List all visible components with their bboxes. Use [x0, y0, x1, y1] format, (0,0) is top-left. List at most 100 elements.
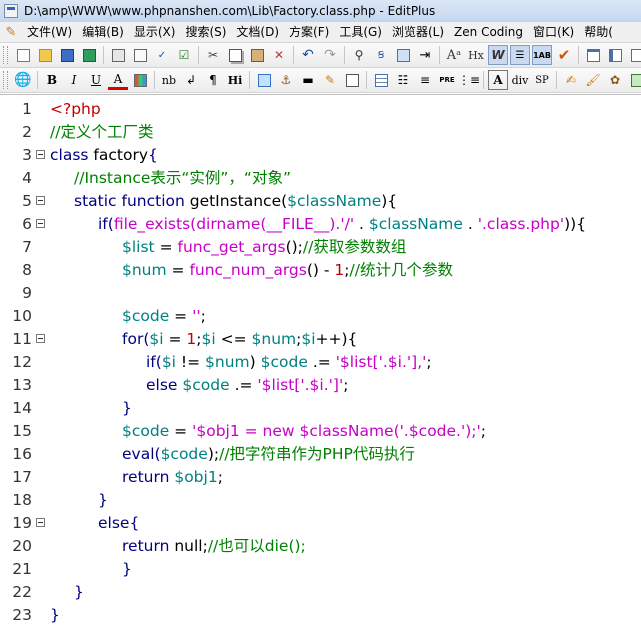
- code-line[interactable]: 21}: [0, 558, 641, 581]
- menu-help[interactable]: 帮助(: [579, 23, 618, 41]
- menu-document[interactable]: 文档(D): [231, 23, 284, 41]
- spell-check-icon[interactable]: ✓: [152, 45, 172, 65]
- heading-icon[interactable]: Hx: [466, 45, 486, 65]
- ordered-list-icon[interactable]: ⋮≡: [458, 70, 480, 90]
- edit-html-icon[interactable]: ✍: [561, 70, 581, 90]
- menu-edit[interactable]: 编辑(B): [77, 23, 129, 41]
- save-all-icon[interactable]: [79, 45, 99, 65]
- code-line[interactable]: 7 $list = func_get_args();//获取参数数组: [0, 236, 641, 259]
- code-line[interactable]: 1 <?php: [0, 98, 641, 121]
- line-number-icon[interactable]: ☰: [510, 45, 530, 65]
- code-line[interactable]: 15 $code = '$obj1 = new $className('.$cod…: [0, 420, 641, 443]
- open-folder-icon[interactable]: [35, 45, 55, 65]
- span-button[interactable]: SP: [532, 70, 552, 90]
- table-wizard-icon[interactable]: [342, 70, 362, 90]
- ruler-icon[interactable]: 1AB: [532, 45, 552, 65]
- undo-icon[interactable]: ↶: [298, 45, 318, 65]
- code-line[interactable]: 9: [0, 282, 641, 305]
- code-line[interactable]: 18}: [0, 489, 641, 512]
- code-token: __FILE__: [266, 215, 330, 233]
- copy-icon[interactable]: [225, 45, 245, 65]
- check-icon[interactable]: ✔: [554, 45, 574, 65]
- cut-icon[interactable]: ✂: [203, 45, 223, 65]
- nbsp-button[interactable]: nb: [159, 70, 179, 90]
- code-line[interactable]: 6 if(file_exists(dirname(__FILE__).'/' . …: [0, 213, 641, 236]
- bold-button[interactable]: B: [42, 70, 62, 90]
- horizontal-rule-icon[interactable]: ▬: [298, 70, 318, 90]
- browser-globe-icon[interactable]: 🌐: [13, 70, 33, 90]
- table-icon[interactable]: [371, 70, 391, 90]
- code-line[interactable]: 12 if($i != $num) $code .= '$list['.$i.']…: [0, 351, 641, 374]
- word-wrap-icon[interactable]: W: [488, 45, 508, 65]
- menu-project[interactable]: 方案(F): [284, 23, 334, 41]
- code-line[interactable]: 2 //定义个工厂类: [0, 121, 641, 144]
- font-size-icon[interactable]: Aᵃ: [444, 45, 464, 65]
- code-line[interactable]: 17 return $obj1;: [0, 466, 641, 489]
- paste-icon[interactable]: [247, 45, 267, 65]
- font-dialog-icon[interactable]: A: [488, 70, 508, 90]
- clip-text-icon[interactable]: [627, 45, 641, 65]
- brush-icon[interactable]: 🖌: [583, 70, 603, 90]
- find-in-files-icon[interactable]: [393, 45, 413, 65]
- code-line[interactable]: 11 for($i = 1;$i <= $num;$i++){: [0, 328, 641, 351]
- color-grid-icon[interactable]: [130, 70, 150, 90]
- window-list-icon[interactable]: [583, 45, 603, 65]
- checkmark-icon[interactable]: ☑: [174, 45, 194, 65]
- toolbar-grip[interactable]: [3, 46, 8, 64]
- fold-toggle-icon[interactable]: [36, 334, 45, 343]
- code-editor[interactable]: 1 <?php 2//定义个工厂类 3 class factory{4//Instanc…: [0, 94, 641, 630]
- palette-icon[interactable]: ✿: [605, 70, 625, 90]
- find-icon[interactable]: ⚲: [349, 45, 369, 65]
- code-line[interactable]: 3 class factory{: [0, 144, 641, 167]
- print-preview-icon[interactable]: [130, 45, 150, 65]
- menu-view[interactable]: 显示(X): [129, 23, 181, 41]
- code-line[interactable]: 13 else $code .= '$list['.$i.']';: [0, 374, 641, 397]
- fold-toggle-icon[interactable]: [36, 219, 45, 228]
- save-icon[interactable]: [57, 45, 77, 65]
- fold-toggle-icon[interactable]: [36, 150, 45, 159]
- image-icon[interactable]: [254, 70, 274, 90]
- editplus-app-icon: [4, 4, 18, 18]
- menu-window[interactable]: 窗口(K): [528, 23, 579, 41]
- code-line[interactable]: 23}: [0, 604, 641, 627]
- heading-button[interactable]: Hi: [225, 70, 245, 90]
- line-number: 12: [12, 353, 32, 371]
- directory-icon[interactable]: [605, 45, 625, 65]
- toolbar-grip[interactable]: [3, 71, 8, 89]
- line-number: 2: [22, 123, 32, 141]
- menu-zen-coding[interactable]: Zen Coding: [449, 23, 528, 41]
- code-line[interactable]: 19 else{: [0, 512, 641, 535]
- redo-icon[interactable]: ↷: [320, 45, 340, 65]
- code-line[interactable]: 22}: [0, 581, 641, 604]
- delete-icon[interactable]: ✕: [269, 45, 289, 65]
- menu-tools[interactable]: 工具(G): [334, 23, 387, 41]
- code-line[interactable]: 16 eval($code);//把字符串作为PHP代码执行: [0, 443, 641, 466]
- code-line[interactable]: 5 static function getInstance($className)…: [0, 190, 641, 213]
- align-center-icon[interactable]: ≡: [415, 70, 435, 90]
- preformatted-button[interactable]: PRE: [437, 70, 457, 90]
- goto-line-icon[interactable]: ⇥: [415, 45, 435, 65]
- fold-toggle-icon[interactable]: [36, 518, 45, 527]
- code-line[interactable]: 4 //Instance表示“实例”，“对象”: [0, 167, 641, 190]
- code-line[interactable]: 20 return null;//也可以die();: [0, 535, 641, 558]
- paragraph-button[interactable]: ¶: [203, 70, 223, 90]
- code-line[interactable]: 10 $code = '';: [0, 305, 641, 328]
- fold-toggle-icon[interactable]: [36, 196, 45, 205]
- print-icon[interactable]: [108, 45, 128, 65]
- underline-button[interactable]: U: [86, 70, 106, 90]
- italic-button[interactable]: I: [64, 70, 84, 90]
- replace-icon[interactable]: Ꞩ: [371, 45, 391, 65]
- anchor-icon[interactable]: ⚓: [276, 70, 296, 90]
- image-insert-icon[interactable]: [627, 70, 641, 90]
- list-icon[interactable]: ☷: [393, 70, 413, 90]
- menu-file[interactable]: 文件(W): [22, 23, 77, 41]
- code-line[interactable]: 8 $num = func_num_args() - 1;//统计几个参数: [0, 259, 641, 282]
- div-button[interactable]: div: [510, 70, 530, 90]
- pen-icon[interactable]: ✎: [320, 70, 340, 90]
- new-file-icon[interactable]: [13, 45, 33, 65]
- font-color-button[interactable]: A: [108, 70, 128, 90]
- menu-browser[interactable]: 浏览器(L): [387, 23, 449, 41]
- code-line[interactable]: 14}: [0, 397, 641, 420]
- line-break-button[interactable]: ↲: [181, 70, 201, 90]
- menu-search[interactable]: 搜索(S): [180, 23, 231, 41]
